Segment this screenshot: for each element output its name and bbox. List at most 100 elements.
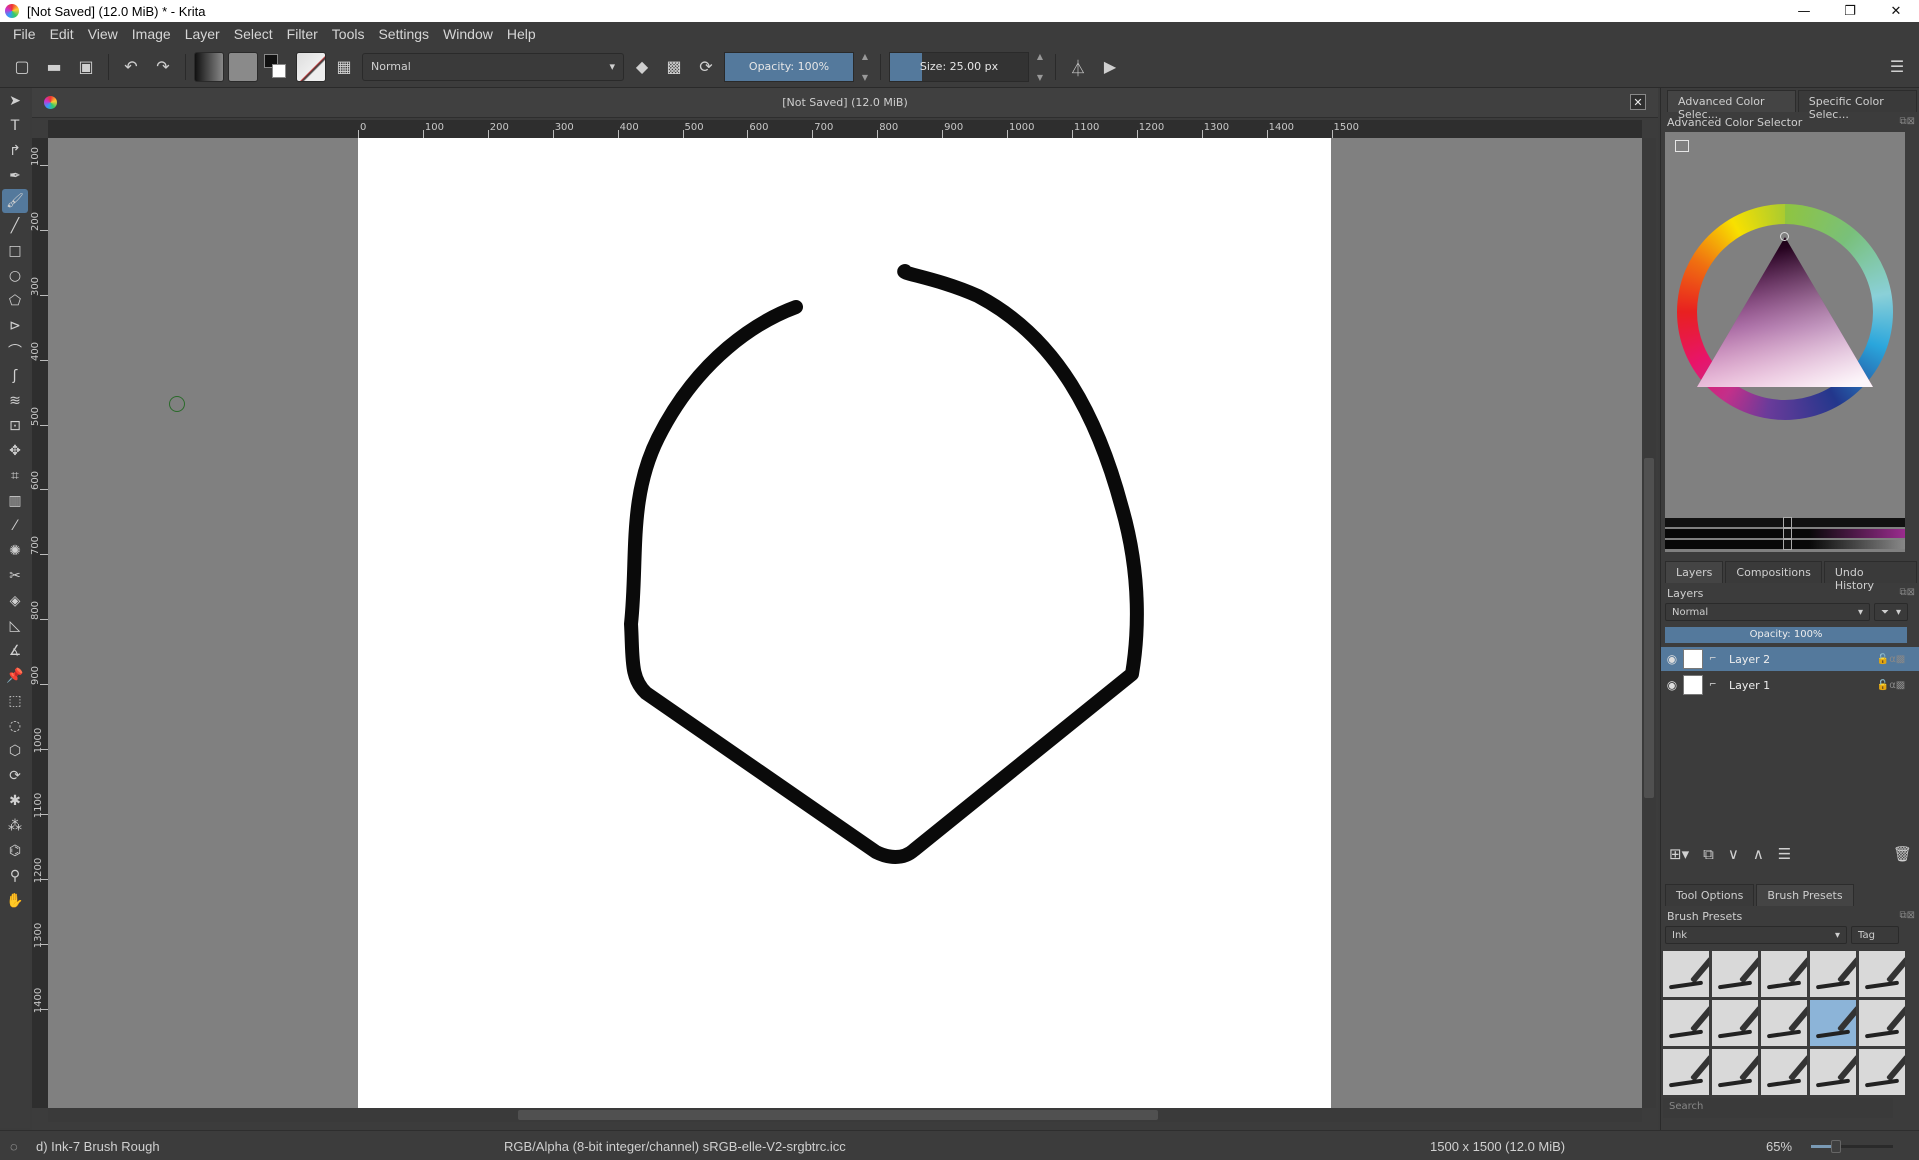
tool-text-icon[interactable]: T	[2, 114, 28, 138]
save-icon[interactable]: ▣	[72, 53, 100, 81]
scrollbar-thumb[interactable]	[518, 1110, 1158, 1120]
opacity-slider[interactable]: Opacity: 100%	[724, 51, 854, 82]
preset-search-input[interactable]: Search	[1663, 1098, 1893, 1118]
canvas-view[interactable]	[48, 138, 1642, 1108]
blend-mode-dropdown[interactable]: Normal ▾	[362, 52, 624, 81]
tab-undo-history[interactable]: Undo History	[1823, 561, 1917, 592]
tool-fill-icon[interactable]: ◈	[2, 589, 28, 613]
tool-dynamic-brush-icon[interactable]: ≋	[2, 389, 28, 413]
tool-polyline-icon[interactable]: ⊳	[2, 314, 28, 338]
color-picker-marker[interactable]	[1780, 232, 1789, 241]
brush-preset-tile[interactable]	[1810, 1049, 1856, 1095]
tool-pan-icon[interactable]: ✋	[2, 889, 28, 913]
close-document-button[interactable]: ✕	[1630, 94, 1646, 110]
tool-freehand-brush-icon[interactable]: 🖌	[2, 189, 28, 213]
menu-layer[interactable]: Layer	[178, 26, 227, 42]
layer-lock-alpha-icons[interactable]: 🔓α▩	[1862, 654, 1919, 665]
dock-float-close-icons[interactable]: ⧉⊠	[1899, 587, 1915, 598]
redo-icon[interactable]: ↷	[149, 53, 177, 81]
duplicate-layer-icon[interactable]: ⧉	[1703, 845, 1714, 863]
tool-polygon-select-icon[interactable]: ⬡	[2, 739, 28, 763]
advanced-color-selector[interactable]	[1665, 132, 1905, 552]
tool-smart-patch-icon[interactable]: ✂	[2, 564, 28, 588]
menu-settings[interactable]: Settings	[371, 26, 436, 42]
menu-edit[interactable]: Edit	[43, 26, 81, 42]
tool-select-shapes-icon[interactable]: ➤	[2, 89, 28, 113]
layer-opacity-slider[interactable]: Opacity: 100%	[1665, 627, 1907, 643]
tool-measure-icon[interactable]: ∡	[2, 639, 28, 663]
tool-transform-icon[interactable]: ⊡	[2, 414, 28, 438]
minimize-button[interactable]: —	[1781, 0, 1827, 22]
mirror-vertical-icon[interactable]: ▶	[1096, 53, 1124, 81]
tool-assistant-icon[interactable]: ◺	[2, 614, 28, 638]
tool-calligraphy-icon[interactable]: ✒	[2, 164, 28, 188]
canvas-paper[interactable]	[358, 138, 1331, 1108]
menu-file[interactable]: File	[6, 26, 43, 42]
tool-freehand-select-icon[interactable]: ⟳	[2, 764, 28, 788]
visibility-eye-icon[interactable]: ◉	[1661, 678, 1683, 692]
layer-lock-alpha-icons[interactable]: 🔓α▩	[1862, 680, 1919, 691]
maximize-button[interactable]: ❐	[1827, 0, 1873, 22]
toolbar-menu-icon[interactable]: ☰	[1883, 53, 1911, 81]
undo-icon[interactable]: ↶	[117, 53, 145, 81]
brush-preset-tile[interactable]	[1761, 1049, 1807, 1095]
color-selector-menu-icon[interactable]	[1675, 140, 1689, 152]
menu-image[interactable]: Image	[125, 26, 178, 42]
tab-specific-color-selector[interactable]: Specific Color Selec...	[1797, 90, 1917, 121]
menu-filter[interactable]: Filter	[280, 26, 325, 42]
brush-preset-tile[interactable]	[1712, 1049, 1758, 1095]
tag-button[interactable]: Tag	[1851, 926, 1899, 944]
tool-bezier-curve-icon[interactable]: ⌒	[2, 339, 28, 363]
brush-preset-tile[interactable]	[1712, 1000, 1758, 1046]
brush-preset-tile[interactable]	[1663, 1000, 1709, 1046]
brush-preset-tile[interactable]	[1810, 1000, 1856, 1046]
move-layer-down-icon[interactable]: ∨	[1728, 845, 1739, 863]
brush-preset-tile[interactable]	[1712, 951, 1758, 997]
layer-properties-icon[interactable]: ☰	[1778, 845, 1791, 863]
layer-filter-button[interactable]: ⏷ ▾	[1874, 603, 1908, 621]
preserve-alpha-icon[interactable]: ▩	[660, 53, 688, 81]
tool-edit-shapes-icon[interactable]: ↱	[2, 139, 28, 163]
horizontal-scrollbar[interactable]	[48, 1108, 1642, 1122]
reload-preset-icon[interactable]: ⟳	[692, 53, 720, 81]
tool-similar-select-icon[interactable]: ⁂	[2, 814, 28, 838]
tool-crop-icon[interactable]: ⌗	[2, 464, 28, 488]
brush-preset-tile[interactable]	[1761, 951, 1807, 997]
size-slider[interactable]: Size: 25.00 px	[889, 51, 1029, 82]
tool-reference-images-icon[interactable]: 📌	[2, 664, 28, 688]
tool-colorize-mask-icon[interactable]: ✺	[2, 539, 28, 563]
size-spin[interactable]: ▲ ▼	[1033, 52, 1047, 82]
add-layer-icon[interactable]: ⊞▾	[1669, 845, 1689, 863]
delete-layer-icon[interactable]: 🗑	[1893, 845, 1912, 863]
layer-row[interactable]: ◉ ⌐ Layer 1 🔓α▩	[1661, 673, 1919, 697]
fg-bg-color-swatch[interactable]	[262, 52, 292, 82]
tool-bezier-select-icon[interactable]: ⌬	[2, 839, 28, 863]
tool-rect-select-icon[interactable]: ⬚	[2, 689, 28, 713]
vertical-scrollbar[interactable]	[1642, 138, 1656, 1108]
tool-gradient-icon[interactable]: ▥	[2, 489, 28, 513]
layer-row[interactable]: ◉ ⌐ Layer 2 🔓α▩	[1661, 647, 1919, 671]
brush-preset-tile[interactable]	[1810, 951, 1856, 997]
tab-compositions[interactable]: Compositions	[1725, 561, 1822, 583]
tool-move-icon[interactable]: ✥	[2, 439, 28, 463]
background-color[interactable]	[272, 63, 286, 78]
preset-tag-dropdown[interactable]: Ink ▾	[1665, 926, 1847, 944]
dock-float-close-icons[interactable]: ⧉⊠	[1899, 910, 1915, 921]
layer-name[interactable]: Layer 2	[1723, 653, 1862, 666]
tool-color-picker-icon[interactable]: ⁄	[2, 514, 28, 538]
color-history-bar-2[interactable]	[1665, 528, 1905, 539]
image-dimensions[interactable]: 1500 x 1500 (12.0 MiB)	[1430, 1139, 1565, 1154]
pattern-selector[interactable]	[228, 51, 258, 82]
tool-ellipse-icon[interactable]: ○	[2, 264, 28, 288]
tool-polygon-icon[interactable]: ⬠	[2, 289, 28, 313]
brush-preset-tile[interactable]	[1761, 1000, 1807, 1046]
brush-settings-icon[interactable]: ▦	[330, 53, 358, 81]
tab-layers[interactable]: Layers	[1665, 561, 1724, 583]
menu-window[interactable]: Window	[436, 26, 500, 42]
tool-line-icon[interactable]: ╱	[2, 214, 28, 238]
layer-blend-mode-dropdown[interactable]: Normal ▾	[1665, 603, 1870, 621]
tool-zoom-icon[interactable]: ⚲	[2, 864, 28, 888]
tab-brush-presets[interactable]: Brush Presets	[1756, 884, 1854, 906]
menu-tools[interactable]: Tools	[325, 26, 372, 42]
tab-tool-options[interactable]: Tool Options	[1665, 884, 1755, 906]
